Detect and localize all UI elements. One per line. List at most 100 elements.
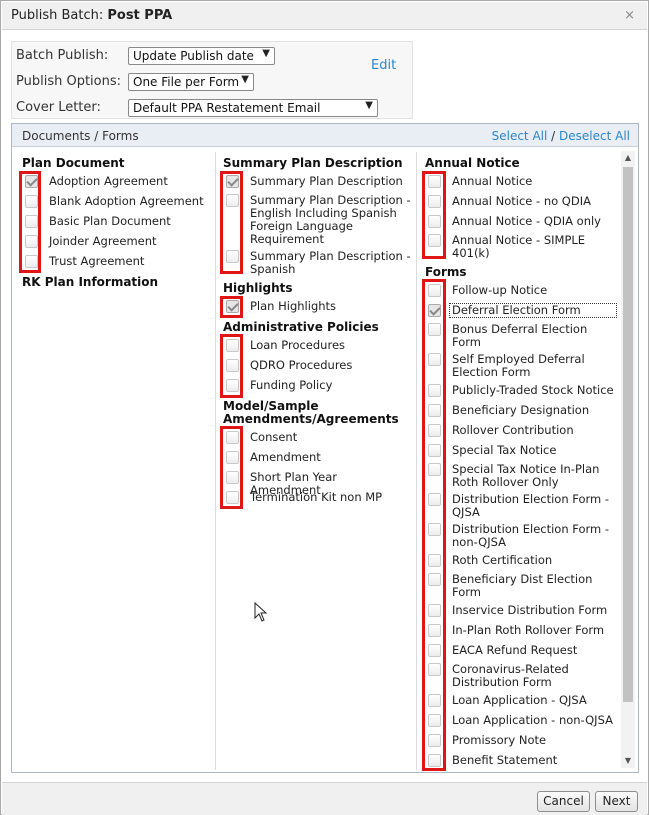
checkbox-label: Coronavirus-Related Distribution Form: [452, 662, 569, 689]
checkbox-icon[interactable]: [428, 195, 441, 208]
checkbox-icon[interactable]: [226, 250, 239, 263]
checkbox-checked-icon[interactable]: [226, 175, 239, 188]
batch-publish-value: Update Publish date: [133, 49, 254, 63]
checkbox-label: Summary Plan Description - Spanish: [250, 249, 411, 276]
checkbox-label: In-Plan Roth Rollover Form: [452, 623, 605, 637]
scroll-thumb[interactable]: [623, 167, 633, 702]
checkbox-label: Beneficiary Designation: [452, 403, 590, 417]
checkbox-icon[interactable]: [428, 404, 441, 417]
dialog-footer: Cancel Next: [2, 782, 647, 815]
checkbox-icon[interactable]: [428, 663, 441, 676]
checkbox-icon[interactable]: [428, 734, 441, 747]
checkbox-label: Annual Notice: [452, 174, 533, 188]
checkbox-label: Termination Kit non MP: [250, 490, 383, 504]
scroll-down-icon[interactable]: ▼: [621, 754, 635, 768]
checkbox-icon[interactable]: [428, 554, 441, 567]
section-annual-notice: Annual Notice: [425, 156, 520, 170]
checkbox-label: Basic Plan Document: [49, 214, 171, 228]
checkbox-icon[interactable]: [226, 491, 239, 504]
dialog-title-name: Post PPA: [107, 8, 173, 23]
checkbox-label: Consent: [250, 430, 298, 444]
checkbox-label: Summary Plan Description - English Inclu…: [250, 193, 411, 246]
checkbox-icon[interactable]: [25, 255, 38, 268]
dialog-titlebar: Publish Batch: Post PPA ×: [2, 2, 647, 30]
select-all-link[interactable]: Select All: [492, 129, 548, 143]
checkbox-icon[interactable]: [428, 215, 441, 228]
checkbox-label: Funding Policy: [250, 378, 333, 392]
checkbox-label: Annual Notice - QDIA only: [452, 214, 601, 228]
select-links: Select All / Deselect All: [492, 129, 630, 143]
checkbox-label: Summary Plan Description: [250, 174, 403, 188]
checkbox-label: Trust Agreement: [49, 254, 145, 268]
chevron-down-icon: ▼: [241, 74, 249, 85]
close-icon[interactable]: ×: [624, 8, 635, 23]
checkbox-label: Deferral Election Form: [449, 303, 617, 318]
checkbox-icon[interactable]: [428, 424, 441, 437]
link-separator: /: [551, 129, 556, 143]
cancel-button[interactable]: Cancel: [537, 791, 590, 812]
deselect-all-link[interactable]: Deselect All: [559, 129, 630, 143]
checkbox-icon[interactable]: [428, 284, 441, 297]
checkbox-label: Rollover Contribution: [452, 423, 574, 437]
checkbox-icon[interactable]: [226, 339, 239, 352]
checkbox-label: Self Employed Deferral Election Form: [452, 352, 585, 379]
checkbox-label: Loan Application - QJSA: [452, 693, 587, 707]
checkbox-checked-icon[interactable]: [428, 304, 441, 317]
checkbox-label: Annual Notice - no QDIA: [452, 194, 591, 208]
checkbox-icon[interactable]: [226, 379, 239, 392]
checkbox-checked-icon[interactable]: [226, 300, 239, 313]
checkbox-icon[interactable]: [25, 195, 38, 208]
checkbox-label: Publicly-Traded Stock Notice: [452, 383, 614, 397]
checkbox-icon[interactable]: [25, 235, 38, 248]
checkbox-icon[interactable]: [428, 604, 441, 617]
next-button[interactable]: Next: [595, 791, 638, 812]
section-summary-plan-description: Summary Plan Description: [223, 156, 403, 170]
checkbox-label: Adoption Agreement: [49, 174, 168, 188]
section-rk-plan-information: RK Plan Information: [22, 275, 159, 289]
publish-options-panel: Batch Publish: Update Publish date ▼ Publ…: [11, 41, 413, 119]
column-divider: [215, 152, 216, 770]
checkbox-icon[interactable]: [226, 471, 239, 484]
checkbox-icon[interactable]: [428, 384, 441, 397]
edit-cover-letter-link[interactable]: Edit: [371, 58, 396, 73]
checkbox-icon[interactable]: [226, 359, 239, 372]
checkbox-label: QDRO Procedures: [250, 358, 353, 372]
column-divider: [416, 152, 417, 770]
scroll-up-icon[interactable]: ▲: [621, 151, 635, 165]
checkbox-label: Benefit Statement: [452, 753, 558, 767]
checkbox-icon[interactable]: [428, 714, 441, 727]
dialog-title-prefix: Publish Batch:: [11, 8, 104, 23]
checkbox-icon[interactable]: [428, 493, 441, 506]
checkbox-icon[interactable]: [428, 323, 441, 336]
checkbox-icon[interactable]: [428, 523, 441, 536]
cover-letter-select[interactable]: Default PPA Restatement Email ▼: [128, 99, 378, 117]
batch-publish-select[interactable]: Update Publish date ▼: [128, 47, 275, 65]
checkbox-icon[interactable]: [428, 694, 441, 707]
checkbox-icon[interactable]: [25, 215, 38, 228]
checkbox-icon[interactable]: [226, 451, 239, 464]
checkbox-icon[interactable]: [428, 444, 441, 457]
checkbox-icon[interactable]: [428, 463, 441, 476]
cover-letter-label: Cover Letter:: [16, 100, 101, 115]
checkbox-icon[interactable]: [428, 624, 441, 637]
cover-letter-value: Default PPA Restatement Email: [133, 101, 321, 115]
checkbox-icon[interactable]: [428, 644, 441, 657]
checkbox-label: Amendment: [250, 450, 321, 464]
vertical-scrollbar[interactable]: ▲ ▼: [621, 151, 635, 768]
chevron-down-icon: ▼: [262, 48, 270, 59]
checkbox-icon[interactable]: [428, 573, 441, 586]
checkbox-label: Beneficiary Dist Election Form: [452, 572, 593, 599]
checkbox-checked-icon[interactable]: [25, 175, 38, 188]
publish-options-select[interactable]: One File per Form ▼: [128, 73, 254, 91]
checkbox-icon[interactable]: [428, 754, 441, 767]
checkbox-icon[interactable]: [428, 353, 441, 366]
checkbox-icon[interactable]: [226, 194, 239, 207]
checkbox-icon[interactable]: [428, 175, 441, 188]
checkbox-label: Loan Application - non-QJSA: [452, 713, 613, 727]
section-administrative-policies: Administrative Policies: [223, 320, 379, 334]
checkbox-icon[interactable]: [428, 234, 441, 247]
panel-title: Documents / Forms: [22, 129, 139, 143]
section-model-sample-amendments: Model/Sample Amendments/Agreements: [223, 399, 399, 426]
checkbox-label: Distribution Election Form - QJSA: [452, 492, 610, 519]
checkbox-icon[interactable]: [226, 431, 239, 444]
